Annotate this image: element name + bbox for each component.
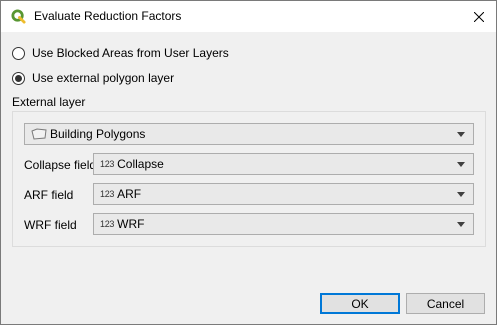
radio-button-checked[interactable] <box>12 71 25 85</box>
collapse-field-value: Collapse <box>117 157 164 171</box>
dialog-window: Evaluate Reduction Factors Use Blocked A… <box>0 0 497 325</box>
chevron-down-icon <box>457 162 465 167</box>
wrf-field-select[interactable]: 123 WRF <box>93 213 474 235</box>
layer-select[interactable]: Building Polygons <box>24 123 474 145</box>
radio-label-external-polygon: Use external polygon layer <box>32 71 175 85</box>
radio-blocked-areas[interactable]: Use Blocked Areas from User Layers <box>12 46 229 60</box>
polygon-layer-icon <box>31 128 47 140</box>
layer-select-value: Building Polygons <box>50 127 146 141</box>
collapse-field-select[interactable]: 123 Collapse <box>93 153 474 175</box>
external-layer-group-label: External layer <box>12 95 86 109</box>
numeric-field-icon: 123 <box>100 189 115 199</box>
arf-field-value: ARF <box>117 187 142 201</box>
wrf-field-value: WRF <box>117 217 145 231</box>
close-icon <box>474 11 484 22</box>
radio-label-blocked-areas: Use Blocked Areas from User Layers <box>32 46 229 60</box>
chevron-down-icon <box>457 222 465 227</box>
numeric-field-icon: 123 <box>100 219 115 229</box>
radio-dot <box>15 74 22 82</box>
arf-field-label: ARF field <box>24 188 74 202</box>
window-title: Evaluate Reduction Factors <box>34 9 182 23</box>
radio-button-unchecked[interactable] <box>12 46 25 60</box>
close-button[interactable] <box>462 1 496 32</box>
radio-external-polygon[interactable]: Use external polygon layer <box>12 71 174 85</box>
numeric-field-icon: 123 <box>100 159 115 169</box>
wrf-field-label: WRF field <box>24 218 77 232</box>
cancel-button[interactable]: Cancel <box>406 293 485 314</box>
ok-button[interactable]: OK <box>320 293 400 314</box>
chevron-down-icon <box>457 192 465 197</box>
chevron-down-icon <box>457 132 465 137</box>
title-bar: Evaluate Reduction Factors <box>1 1 496 32</box>
qgis-icon <box>11 9 26 24</box>
collapse-field-label: Collapse field <box>24 158 97 172</box>
arf-field-select[interactable]: 123 ARF <box>93 183 474 205</box>
